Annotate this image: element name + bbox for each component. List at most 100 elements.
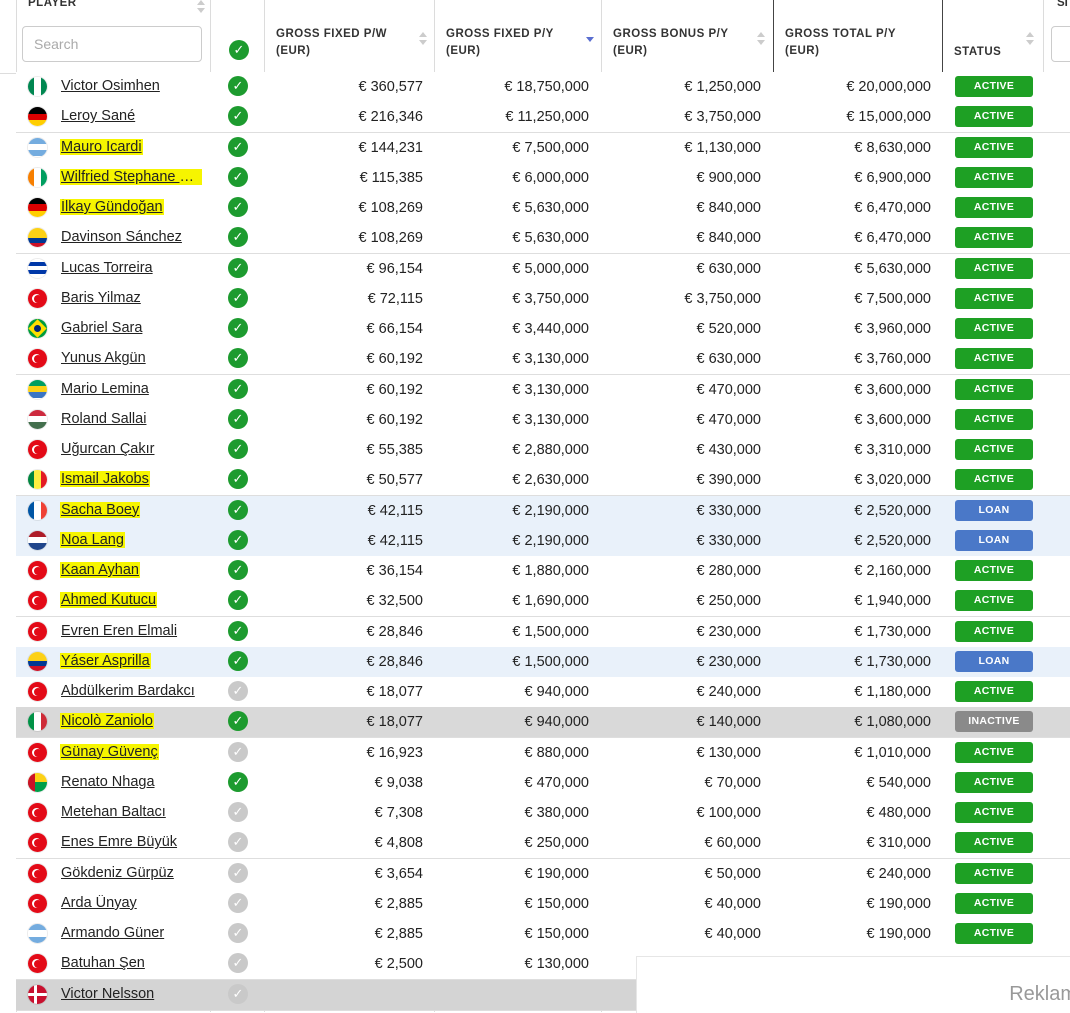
table-row[interactable]: Renato Nhaga ✓ € 9,038 € 470,000 € 70,000 € 5… bbox=[16, 767, 1070, 799]
py-value: € 1,880,000 bbox=[512, 563, 589, 579]
table-row[interactable]: Leroy Sané ✓ € 216,346 € 11,250,000 € 3,750,… bbox=[16, 102, 1070, 134]
ad-banner[interactable]: Reklam bbox=[636, 956, 1070, 1013]
bonus-value: € 520,000 bbox=[696, 321, 761, 337]
pw-value: € 50,577 bbox=[366, 472, 423, 489]
player-sort-icon[interactable] bbox=[197, 0, 205, 14]
table-row[interactable]: Metehan Baltacı ✓ € 7,308 € 380,000 € 100,00… bbox=[16, 798, 1070, 829]
player-name-link[interactable]: Batuhan Şen bbox=[60, 955, 146, 971]
player-name-link[interactable]: Noa Lang bbox=[60, 531, 125, 548]
bonus-value: € 900,000 bbox=[696, 169, 761, 186]
status-column-header[interactable]: STATUS bbox=[942, 0, 1043, 73]
player-name-link[interactable]: Sacha Boey bbox=[60, 501, 141, 518]
gross-fixed-pw-label: GROSS FIXED P/W (EUR) bbox=[276, 28, 388, 57]
table-row[interactable]: Yáser Asprilla ✓ € 28,846 € 1,500,000 € 230,… bbox=[16, 646, 1070, 678]
player-name-link[interactable]: Nicolò Zaniolo bbox=[60, 713, 154, 730]
status-badge: ACTIVE bbox=[955, 892, 1033, 914]
player-name-link[interactable]: Evren Eren Elmali bbox=[60, 623, 178, 639]
player-name-link[interactable]: Victor Nelsson bbox=[60, 986, 155, 1002]
player-name-link[interactable]: Arda Ünyay bbox=[60, 895, 138, 911]
bonus-value: € 330,000 bbox=[696, 532, 761, 549]
turkey-flag-icon bbox=[27, 862, 48, 884]
next-column-header[interactable]: SI bbox=[1043, 0, 1070, 73]
gross-fixed-py-label: GROSS FIXED P/Y (EUR) bbox=[446, 28, 554, 57]
player-name-link[interactable]: Wilfried Stephane S... bbox=[60, 168, 202, 185]
table-row[interactable]: Evren Eren Elmali ✓ € 28,846 € 1,500,000 € 2… bbox=[16, 616, 1070, 648]
bonus-value: € 840,000 bbox=[696, 230, 761, 247]
table-row[interactable]: Baris Yilmaz ✓ € 72,115 € 3,750,000 € 3,750,… bbox=[16, 283, 1070, 315]
player-name-link[interactable]: Victor Osimhen bbox=[60, 78, 161, 94]
table-row[interactable]: Günay Güvenç ✓ € 16,923 € 880,000 € 130,000 €… bbox=[16, 737, 1070, 769]
player-name-link[interactable]: Uğurcan Çakır bbox=[60, 441, 155, 457]
sort-icon[interactable] bbox=[419, 32, 427, 46]
sort-icon[interactable] bbox=[1026, 32, 1034, 46]
player-column-header[interactable]: PLAYER bbox=[16, 0, 210, 73]
next-column-search-input[interactable] bbox=[1051, 26, 1070, 62]
player-name-link[interactable]: Davinson Sánchez bbox=[60, 229, 183, 245]
player-name-link[interactable]: Enes Emre Büyük bbox=[60, 834, 178, 850]
table-row[interactable]: Yunus Akgün ✓ € 60,192 € 3,130,000 € 630,000… bbox=[16, 344, 1070, 376]
table-row[interactable]: Mauro Icardi ✓ € 144,231 € 7,500,000 € 1,130… bbox=[16, 132, 1070, 164]
total-value: € 5,630,000 bbox=[854, 260, 931, 277]
table-row[interactable]: Ismail Jakobs ✓ € 50,577 € 2,630,000 € 390,0… bbox=[16, 465, 1070, 497]
table-row[interactable]: Davinson Sánchez ✓ € 108,269 € 5,630,000 € 8… bbox=[16, 223, 1070, 255]
total-value: € 3,310,000 bbox=[854, 442, 931, 458]
player-name-link[interactable]: Armando Güner bbox=[60, 925, 165, 941]
status-badge: ACTIVE bbox=[955, 741, 1033, 763]
player-name-link[interactable]: Kaan Ayhan bbox=[60, 562, 140, 578]
player-name-link[interactable]: Mauro Icardi bbox=[60, 138, 143, 155]
table-row[interactable]: Noa Lang ✓ € 42,115 € 2,190,000 € 330,000 € 2… bbox=[16, 525, 1070, 557]
status-badge: ACTIVE bbox=[955, 923, 1033, 944]
gross-fixed-pw-header[interactable]: GROSS FIXED P/W (EUR) bbox=[264, 0, 434, 73]
table-row[interactable]: Nicolò Zaniolo ✓ € 18,077 € 940,000 € 140,00… bbox=[16, 707, 1070, 739]
sort-desc-icon[interactable] bbox=[586, 32, 594, 46]
table-row[interactable]: Ahmed Kutucu ✓ € 32,500 € 1,690,000 € 250,00… bbox=[16, 586, 1070, 618]
gabon-flag-icon bbox=[27, 378, 48, 400]
player-name-link[interactable]: Gabriel Sara bbox=[60, 320, 143, 336]
table-row[interactable]: Uğurcan Çakır ✓ € 55,385 € 2,880,000 € 430,0… bbox=[16, 435, 1070, 466]
player-name-link[interactable]: Yáser Asprilla bbox=[60, 652, 151, 669]
player-name-link[interactable]: Yunus Akgün bbox=[60, 350, 147, 366]
check-on-icon: ✓ bbox=[228, 408, 248, 429]
player-name-link[interactable]: Baris Yilmaz bbox=[60, 290, 142, 306]
player-name-link[interactable]: Metehan Baltacı bbox=[60, 804, 167, 820]
table-row[interactable]: Gabriel Sara ✓ € 66,154 € 3,440,000 € 520,00… bbox=[16, 314, 1070, 345]
player-name-link[interactable]: Abdülkerim Bardakcı bbox=[60, 683, 196, 699]
gross-bonus-py-header[interactable]: GROSS BONUS P/Y (EUR) bbox=[601, 0, 773, 73]
table-row[interactable]: Gökdeniz Gürpüz ✓ € 3,654 € 190,000 € 50,000… bbox=[16, 858, 1070, 890]
bonus-value: € 230,000 bbox=[696, 623, 761, 640]
table-row[interactable]: Abdülkerim Bardakcı ✓ € 18,077 € 940,000 € 2… bbox=[16, 677, 1070, 708]
table-row[interactable]: İlkay Gündoğan ✓ € 108,269 € 5,630,000 € 840… bbox=[16, 193, 1070, 224]
player-name-link[interactable]: Roland Sallai bbox=[60, 411, 147, 427]
bonus-value: € 3,750,000 bbox=[684, 290, 761, 307]
player-name-link[interactable]: Günay Güvenç bbox=[60, 743, 159, 760]
italy-flag-icon bbox=[27, 711, 48, 733]
player-name-link[interactable]: Ahmed Kutucu bbox=[60, 592, 158, 609]
sort-icon[interactable] bbox=[757, 32, 765, 46]
player-name-link[interactable]: Lucas Torreira bbox=[60, 260, 154, 276]
py-value: € 880,000 bbox=[524, 744, 589, 761]
table-row[interactable]: Mario Lemina ✓ € 60,192 € 3,130,000 € 470,00… bbox=[16, 374, 1070, 406]
gross-fixed-py-header[interactable]: GROSS FIXED P/Y (EUR) bbox=[434, 0, 601, 73]
turkey-flag-icon bbox=[27, 560, 48, 581]
table-row[interactable]: Wilfried Stephane S... ✓ € 115,385 € 6,000,… bbox=[16, 162, 1070, 194]
player-name-link[interactable]: Mario Lemina bbox=[60, 381, 150, 397]
player-name-link[interactable]: Ismail Jakobs bbox=[60, 471, 150, 488]
check-on-icon: ✓ bbox=[228, 197, 248, 217]
pw-value: € 144,231 bbox=[358, 139, 423, 156]
table-row[interactable]: Enes Emre Büyük ✓ € 4,808 € 250,000 € 60,000… bbox=[16, 828, 1070, 860]
player-search-input[interactable] bbox=[22, 26, 202, 62]
brazil-flag-icon bbox=[27, 318, 48, 339]
gross-total-py-header[interactable]: GROSS TOTAL P/Y (EUR) bbox=[773, 0, 942, 73]
player-name-link[interactable]: Leroy Sané bbox=[60, 108, 136, 124]
table-row[interactable]: Victor Osimhen ✓ € 360,577 € 18,750,000 € 1,… bbox=[16, 72, 1070, 103]
uruguay-flag-icon bbox=[27, 257, 48, 279]
player-name-link[interactable]: İlkay Gündoğan bbox=[60, 199, 164, 215]
table-row[interactable]: Armando Güner ✓ € 2,885 € 150,000 € 40,000 € … bbox=[16, 919, 1070, 950]
table-row[interactable]: Roland Sallai ✓ € 60,192 € 3,130,000 € 470,0… bbox=[16, 404, 1070, 436]
table-row[interactable]: Sacha Boey ✓ € 42,115 € 2,190,000 € 330,000 €… bbox=[16, 495, 1070, 527]
player-name-link[interactable]: Renato Nhaga bbox=[60, 774, 156, 790]
table-row[interactable]: Arda Ünyay ✓ € 2,885 € 150,000 € 40,000 € 190… bbox=[16, 888, 1070, 920]
table-row[interactable]: Kaan Ayhan ✓ € 36,154 € 1,880,000 € 280,000 €… bbox=[16, 556, 1070, 587]
table-row[interactable]: Lucas Torreira ✓ € 96,154 € 5,000,000 € 630,… bbox=[16, 253, 1070, 285]
player-name-link[interactable]: Gökdeniz Gürpüz bbox=[60, 865, 175, 881]
